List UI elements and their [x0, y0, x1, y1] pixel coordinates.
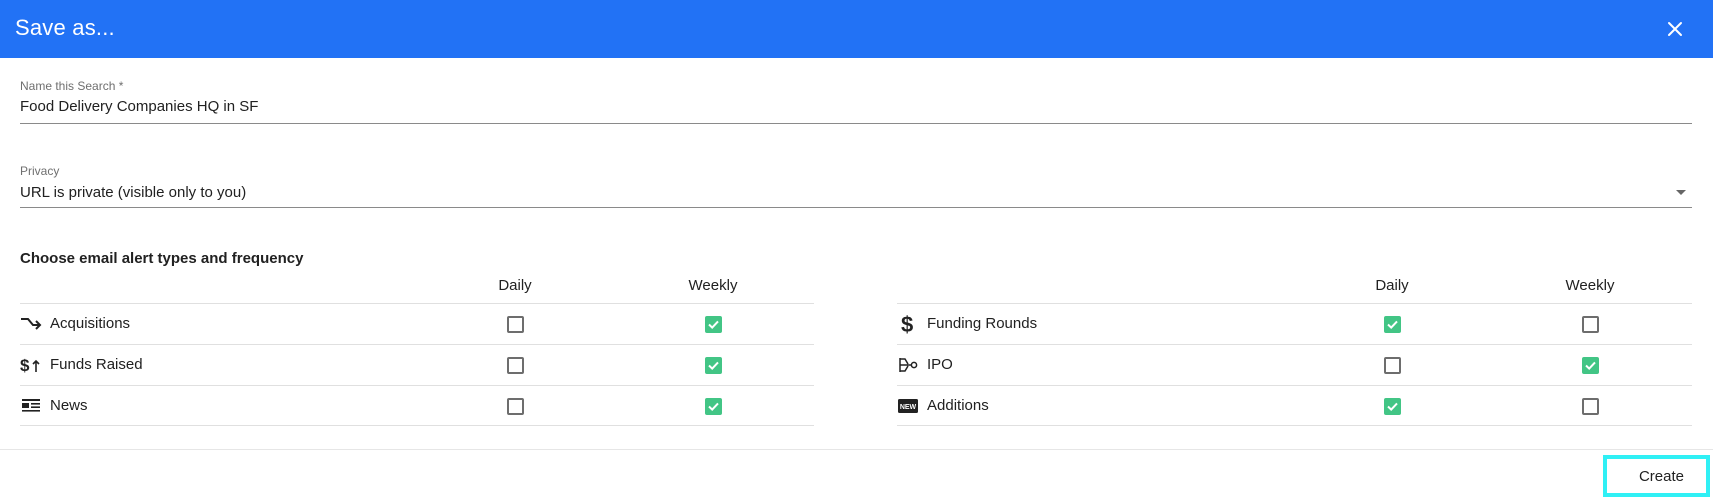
acquisitions-icon [20, 314, 42, 334]
alerts-table-right: Daily Weekly $ Funding Rounds IPO NEW Ad… [897, 275, 1692, 427]
weekly-column-header: Weekly [1565, 277, 1615, 294]
svg-text:$: $ [20, 356, 30, 374]
additions-weekly-checkbox[interactable] [1582, 398, 1599, 415]
ipo-weekly-checkbox[interactable] [1582, 357, 1599, 374]
ipo-icon [897, 355, 919, 375]
funds-raised-icon: $ [20, 355, 42, 375]
dollar-icon: $ [897, 313, 919, 335]
alert-label: Funding Rounds [927, 315, 1038, 332]
close-button[interactable] [1661, 15, 1689, 43]
alerts-table-left: Daily Weekly Acquisitions $ Funds Raised [20, 275, 814, 427]
check-icon [708, 320, 719, 330]
svg-text:$: $ [901, 313, 913, 335]
check-icon [708, 361, 719, 371]
alert-label: IPO [927, 356, 953, 373]
check-icon [708, 402, 719, 412]
daily-column-header: Daily [1375, 277, 1409, 294]
check-icon [1585, 361, 1596, 371]
close-icon [1668, 22, 1682, 36]
alert-label: News [50, 397, 88, 414]
new-badge-icon: NEW [897, 396, 919, 416]
search-name-field[interactable]: Name this Search * Food Delivery Compani… [20, 78, 1692, 124]
alert-row-funds-raised: $ Funds Raised [20, 344, 814, 385]
search-name-label: Name this Search * [20, 79, 124, 93]
alert-label: Additions [927, 397, 989, 414]
funding-rounds-daily-checkbox[interactable] [1384, 316, 1401, 333]
alert-row-funding-rounds: $ Funding Rounds [897, 303, 1692, 344]
dialog-title: Save as... [15, 15, 115, 40]
check-icon [1387, 402, 1398, 412]
alert-row-acquisitions: Acquisitions [20, 303, 814, 344]
news-icon [20, 396, 42, 416]
acquisitions-daily-checkbox[interactable] [507, 316, 524, 333]
alert-row-ipo: IPO [897, 344, 1692, 385]
alert-row-news: News [20, 385, 814, 426]
alert-row-additions: NEW Additions [897, 385, 1692, 426]
chevron-down-icon[interactable] [1676, 190, 1686, 195]
footer-divider [0, 449, 1713, 450]
svg-text:NEW: NEW [900, 404, 917, 411]
daily-column-header: Daily [498, 277, 532, 294]
funding-rounds-weekly-checkbox[interactable] [1582, 316, 1599, 333]
check-icon [1387, 320, 1398, 330]
acquisitions-weekly-checkbox[interactable] [705, 316, 722, 333]
alerts-section-title: Choose email alert types and frequency [20, 250, 304, 267]
privacy-label: Privacy [20, 164, 60, 178]
news-weekly-checkbox[interactable] [705, 398, 722, 415]
alert-label: Acquisitions [50, 315, 131, 332]
alert-label: Funds Raised [50, 356, 143, 373]
weekly-column-header: Weekly [688, 277, 738, 294]
dialog-header: Save as... [0, 0, 1713, 58]
privacy-value[interactable]: URL is private (visible only to you) [20, 184, 246, 201]
funds-raised-weekly-checkbox[interactable] [705, 357, 722, 374]
create-button[interactable]: Create [1603, 455, 1710, 497]
search-name-input[interactable]: Food Delivery Companies HQ in SF [20, 98, 258, 115]
additions-daily-checkbox[interactable] [1384, 398, 1401, 415]
funds-raised-daily-checkbox[interactable] [507, 357, 524, 374]
news-daily-checkbox[interactable] [507, 398, 524, 415]
privacy-select[interactable]: Privacy URL is private (visible only to … [20, 163, 1692, 208]
ipo-daily-checkbox[interactable] [1384, 357, 1401, 374]
